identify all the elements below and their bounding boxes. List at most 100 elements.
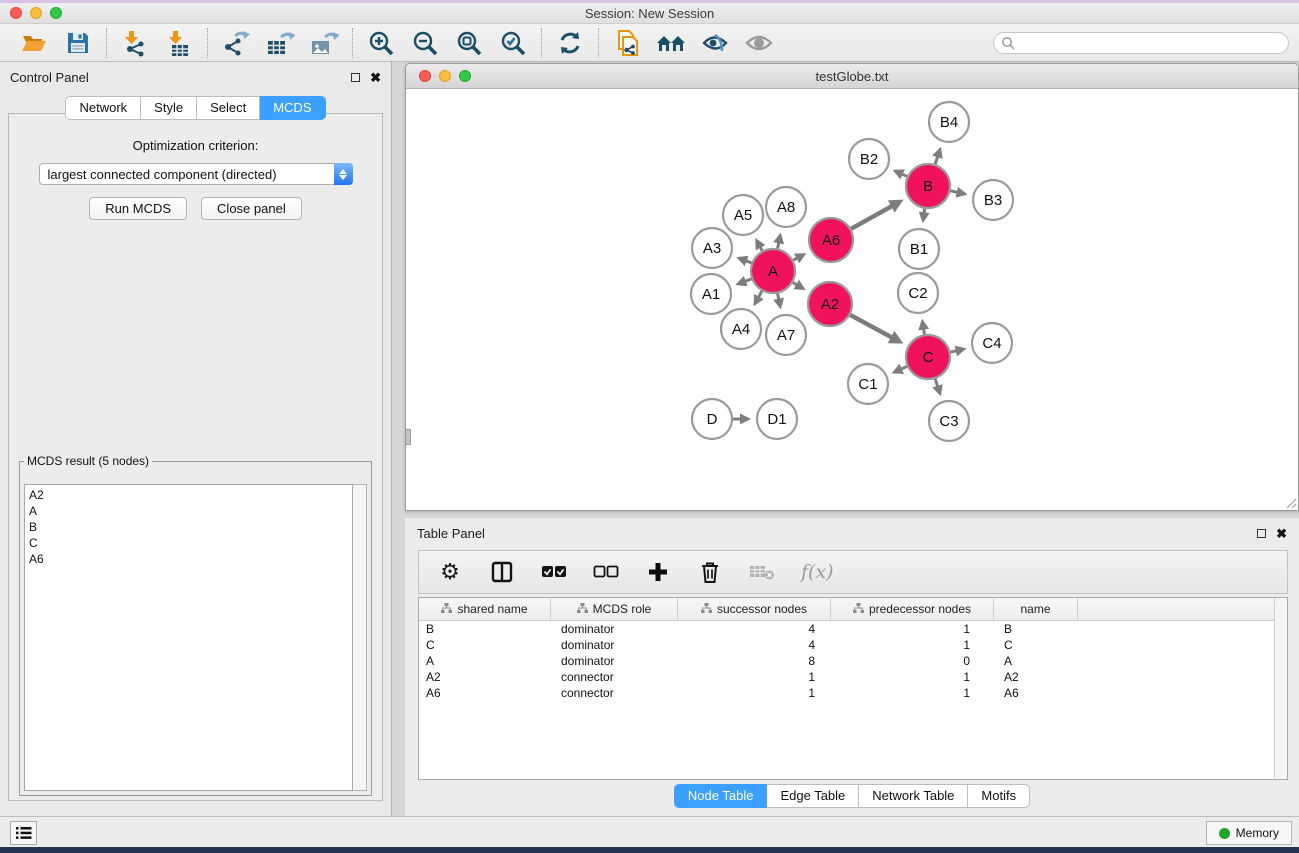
import-network-icon[interactable] xyxy=(119,28,151,58)
table-cell[interactable]: dominator xyxy=(551,622,678,636)
table-row[interactable]: A6connector11A6 xyxy=(419,685,1287,701)
zoom-selected-icon[interactable] xyxy=(497,28,529,58)
table-cell[interactable]: 4 xyxy=(678,622,831,636)
save-session-icon[interactable] xyxy=(62,28,94,58)
float-table-panel-icon[interactable] xyxy=(1257,529,1266,538)
zoom-out-icon[interactable] xyxy=(409,28,441,58)
graph-node-B[interactable]: B xyxy=(906,164,950,208)
zoom-fit-icon[interactable] xyxy=(453,28,485,58)
table-cell[interactable]: 1 xyxy=(678,670,831,684)
graph-node-A4[interactable]: A4 xyxy=(721,309,761,349)
graph-node-A3[interactable]: A3 xyxy=(692,228,732,268)
graph-edge-A2-C[interactable] xyxy=(850,315,903,344)
table-cell[interactable]: connector xyxy=(551,686,678,700)
run-mcds-button[interactable]: Run MCDS xyxy=(89,197,187,220)
table-cell[interactable]: 1 xyxy=(831,686,994,700)
graph-edge-C-C4[interactable] xyxy=(950,346,966,357)
zoom-window-button[interactable] xyxy=(50,7,62,19)
table-cell[interactable]: 0 xyxy=(831,654,994,668)
column-header[interactable]: predecessor nodes xyxy=(831,598,994,620)
close-panel-button[interactable]: Close panel xyxy=(201,197,302,220)
table-cell[interactable]: A xyxy=(419,654,551,668)
graph-edge-B-B2[interactable] xyxy=(893,169,907,179)
column-header[interactable]: MCDS role xyxy=(551,598,678,620)
graph-edge-D-D1[interactable] xyxy=(733,414,751,425)
result-item[interactable]: C xyxy=(29,535,348,551)
table-cell[interactable]: C xyxy=(994,638,1078,652)
unselect-all-icon[interactable] xyxy=(593,559,619,585)
network-canvas[interactable]: AA1A2A3A4A5A6A7A8BB1B2B3B4CC1C2C3C4DD1 xyxy=(406,90,1298,510)
tab-network[interactable]: Network xyxy=(65,96,141,120)
tab-network-table[interactable]: Network Table xyxy=(859,784,968,808)
network-window-titlebar[interactable]: testGlobe.txt xyxy=(406,64,1298,89)
graph-node-C4[interactable]: C4 xyxy=(972,323,1012,363)
graph-node-B1[interactable]: B1 xyxy=(899,229,939,269)
result-item[interactable]: B xyxy=(29,519,348,535)
table-cell[interactable]: A6 xyxy=(994,686,1078,700)
close-table-panel-icon[interactable]: ✖ xyxy=(1276,529,1287,538)
graph-edge-B-B1[interactable] xyxy=(919,209,930,223)
graph-edge-A-A7[interactable] xyxy=(773,294,784,310)
graph-node-A5[interactable]: A5 xyxy=(723,195,763,235)
table-cell[interactable]: 4 xyxy=(678,638,831,652)
graph-node-D[interactable]: D xyxy=(692,399,732,439)
export-image-icon[interactable] xyxy=(308,28,340,58)
graph-edge-C-C1[interactable] xyxy=(892,364,907,374)
function-builder-icon[interactable]: f(x) xyxy=(801,561,834,583)
graph-edge-B-B3[interactable] xyxy=(950,187,967,198)
tab-motifs[interactable]: Motifs xyxy=(968,784,1030,808)
table-cell[interactable]: dominator xyxy=(551,654,678,668)
table-cell[interactable]: 1 xyxy=(831,622,994,636)
table-cell[interactable]: dominator xyxy=(551,638,678,652)
graph-edge-C-C2[interactable] xyxy=(918,319,929,335)
tab-edge-table[interactable]: Edge Table xyxy=(767,784,859,808)
graph-node-C3[interactable]: C3 xyxy=(929,401,969,441)
graph-edge-A-A8[interactable] xyxy=(773,232,784,248)
result-item[interactable]: A xyxy=(29,503,348,519)
select-all-icon[interactable] xyxy=(541,559,567,585)
table-settings-icon[interactable]: ⚙ xyxy=(437,559,463,585)
copy-network-icon[interactable] xyxy=(611,28,643,58)
table-cell[interactable]: 8 xyxy=(678,654,831,668)
table-cell[interactable]: connector xyxy=(551,670,678,684)
table-row[interactable]: Adominator80A xyxy=(419,653,1287,669)
column-header[interactable]: successor nodes xyxy=(678,598,831,620)
tab-node-table[interactable]: Node Table xyxy=(674,784,768,808)
column-header[interactable]: shared name xyxy=(419,598,551,620)
table-cell[interactable]: B xyxy=(419,622,551,636)
graph-edge-A-A2[interactable] xyxy=(793,280,806,290)
eye-icon[interactable] xyxy=(743,28,775,58)
network-minimize-button[interactable] xyxy=(439,70,451,82)
graph-edge-A-A5[interactable] xyxy=(755,238,765,251)
table-scrollbar[interactable] xyxy=(1274,598,1287,779)
graph-edge-A-A3[interactable] xyxy=(736,256,751,266)
graph-edge-B-B4[interactable] xyxy=(932,147,942,164)
memory-button[interactable]: Memory xyxy=(1206,821,1292,845)
graph-node-C1[interactable]: C1 xyxy=(848,364,888,404)
tab-select[interactable]: Select xyxy=(197,96,260,120)
graph-node-D1[interactable]: D1 xyxy=(757,399,797,439)
graph-node-A2[interactable]: A2 xyxy=(808,282,852,326)
search-input[interactable] xyxy=(993,32,1289,54)
graph-node-C[interactable]: C xyxy=(906,335,950,379)
network-close-button[interactable] xyxy=(419,70,431,82)
graph-node-B3[interactable]: B3 xyxy=(973,180,1013,220)
table-cell[interactable]: A2 xyxy=(419,670,551,684)
graph-node-A1[interactable]: A1 xyxy=(691,274,731,314)
delete-column-icon[interactable] xyxy=(697,559,723,585)
table-row[interactable]: Cdominator41C xyxy=(419,637,1287,653)
refresh-icon[interactable] xyxy=(554,28,586,58)
splitter-handle[interactable] xyxy=(405,429,411,445)
network-zoom-button[interactable] xyxy=(459,70,471,82)
tab-style[interactable]: Style xyxy=(141,96,197,120)
import-table-icon[interactable] xyxy=(163,28,195,58)
graph-node-C2[interactable]: C2 xyxy=(898,273,938,313)
table-row[interactable]: A2connector11A2 xyxy=(419,669,1287,685)
graph-node-A[interactable]: A xyxy=(751,249,795,293)
graph-edge-A-A6[interactable] xyxy=(793,253,806,263)
minimize-window-button[interactable] xyxy=(30,7,42,19)
table-cell[interactable]: C xyxy=(419,638,551,652)
column-header[interactable]: name xyxy=(994,598,1078,620)
graph-edge-A-A4[interactable] xyxy=(754,291,764,306)
result-item[interactable]: A2 xyxy=(29,487,348,503)
